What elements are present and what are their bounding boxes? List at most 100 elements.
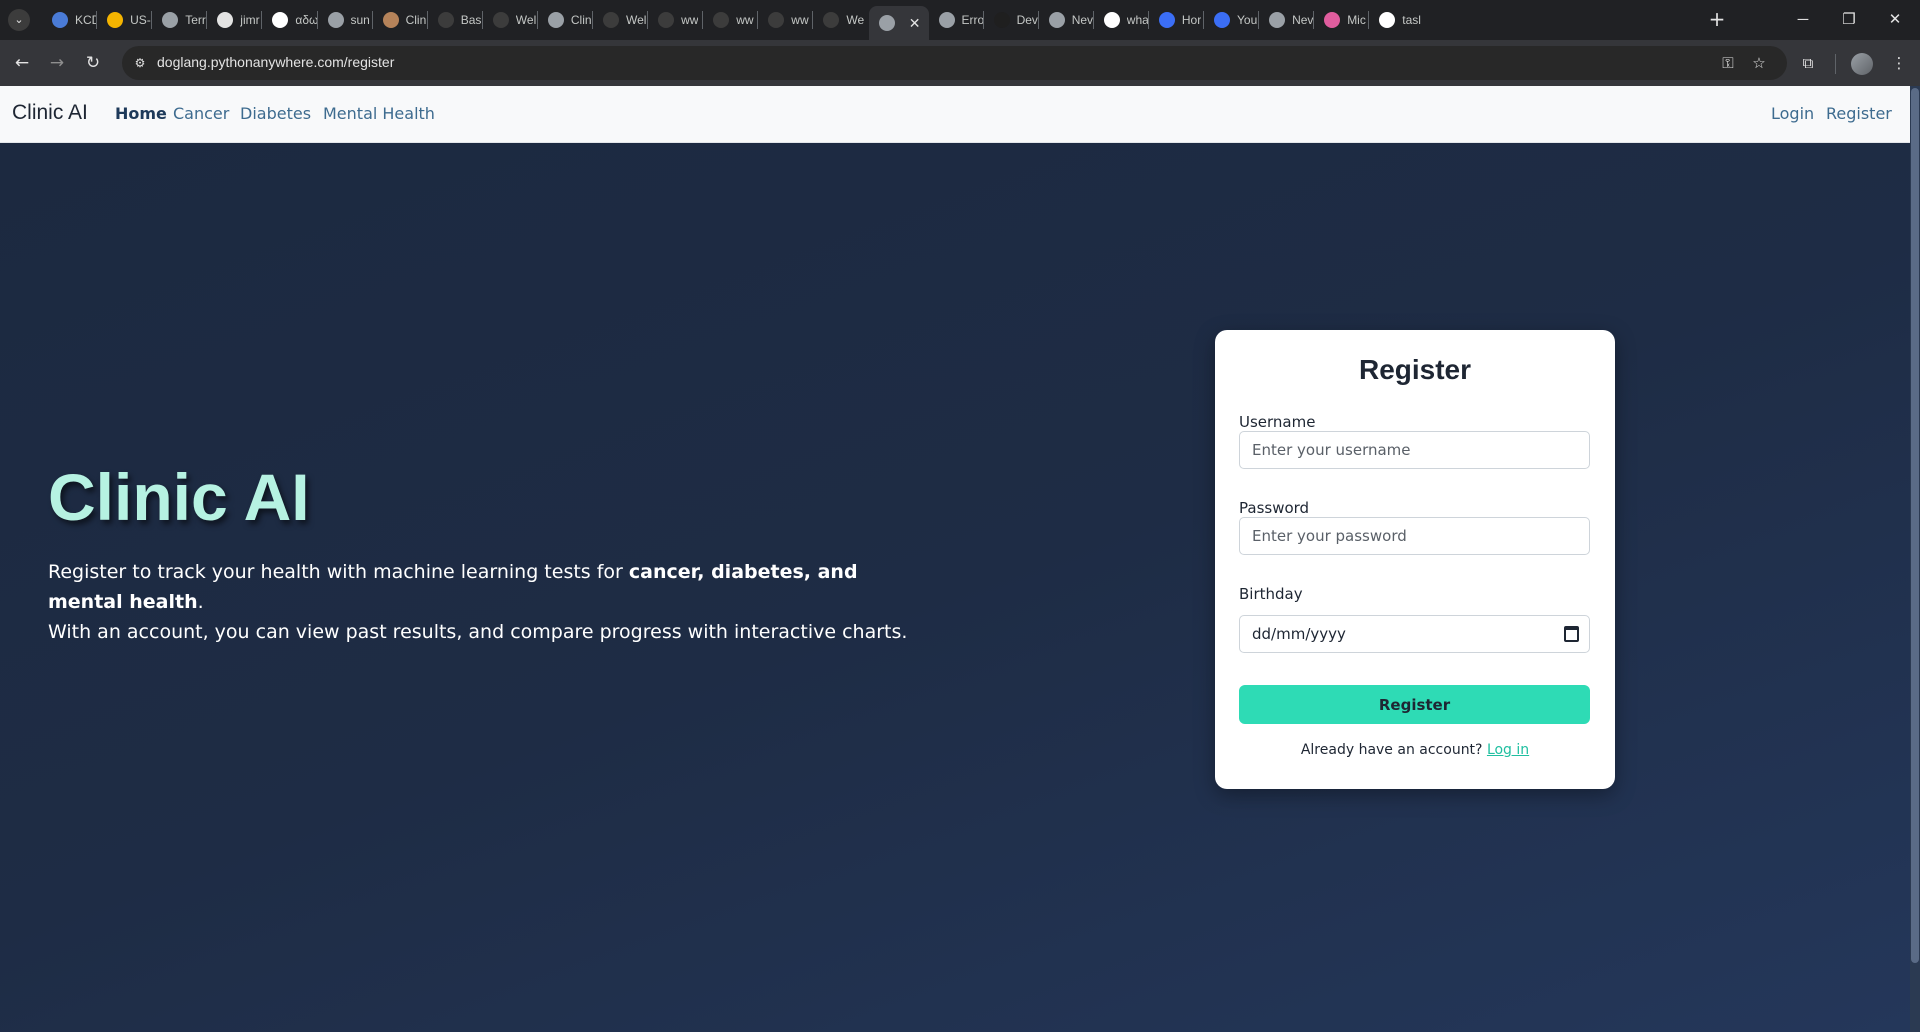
globe-icon bbox=[547, 12, 564, 28]
browser-tab[interactable]: We bbox=[813, 6, 868, 34]
chrome-icon bbox=[1048, 12, 1065, 28]
globe-icon bbox=[878, 15, 895, 31]
nav-register[interactable]: Register bbox=[1826, 104, 1892, 123]
birthday-placeholder[interactable]: dd/mm/yyyy bbox=[1252, 625, 1346, 643]
browser-tab[interactable]: jimr bbox=[207, 6, 262, 34]
restore-icon[interactable]: ❐ bbox=[1826, 7, 1872, 33]
browser-tab[interactable]: Nev bbox=[1039, 6, 1094, 34]
browser-tab[interactable]: Clin bbox=[373, 6, 428, 34]
login-link[interactable]: Log in bbox=[1487, 742, 1529, 758]
scrollbar-thumb[interactable] bbox=[1911, 88, 1919, 963]
register-card-title: Register bbox=[1358, 354, 1472, 385]
tab-title: Basi bbox=[460, 13, 483, 27]
profile-avatar[interactable] bbox=[1851, 53, 1873, 75]
reload-icon[interactable]: ↻ bbox=[81, 51, 105, 75]
browser-tab[interactable]: Erro bbox=[929, 6, 984, 34]
toolbar-divider bbox=[1835, 54, 1836, 74]
browser-tab[interactable]: wha bbox=[1094, 6, 1149, 34]
google-icon bbox=[272, 12, 289, 28]
chrome-icon bbox=[1269, 12, 1286, 28]
back-arrow-icon[interactable]: ← bbox=[10, 51, 34, 75]
c-icon bbox=[1214, 12, 1230, 28]
register-submit-button[interactable]: Register bbox=[1239, 685, 1590, 724]
tab-active[interactable]: ✕ bbox=[868, 6, 929, 40]
brand-logo[interactable]: Clinic AI bbox=[12, 101, 88, 125]
google-icon bbox=[1379, 12, 1396, 28]
login-prompt-text: Already have an account? bbox=[1300, 742, 1483, 758]
browser-tab[interactable]: sun bbox=[318, 6, 373, 34]
gear-icon bbox=[938, 12, 955, 28]
browser-tab[interactable]: ww bbox=[703, 6, 758, 34]
browser-tab[interactable]: ww bbox=[648, 6, 703, 34]
register-card: Register Username Password Birthday dd/m… bbox=[1215, 330, 1615, 789]
browser-tab[interactable]: ww bbox=[758, 6, 813, 34]
globe-icon bbox=[327, 12, 344, 28]
browser-tab[interactable]: Hor bbox=[1149, 6, 1204, 34]
browser-tab[interactable]: You bbox=[1204, 6, 1259, 34]
tab-title: You bbox=[1237, 13, 1258, 27]
bookmark-star-icon[interactable]: ☆ bbox=[1749, 53, 1769, 73]
tab-title: US- bbox=[130, 13, 151, 27]
password-label: Password bbox=[1239, 499, 1310, 517]
tab-search-chevron-icon[interactable]: ⌄ bbox=[8, 9, 30, 31]
globe-blue-icon bbox=[52, 12, 68, 28]
tab-title: Hor bbox=[1181, 13, 1202, 27]
openai-icon bbox=[713, 12, 730, 28]
url-text[interactable]: doglang.pythonanywhere.com/register bbox=[157, 54, 394, 70]
minimize-icon[interactable]: ─ bbox=[1780, 7, 1826, 33]
browser-tab[interactable]: tasl bbox=[1369, 6, 1424, 34]
birthday-date-input[interactable]: dd/mm/yyyy bbox=[1239, 615, 1590, 653]
browser-tab[interactable]: Terr bbox=[152, 6, 207, 34]
browser-tab[interactable]: Basi bbox=[428, 6, 483, 34]
tab-title: Clin bbox=[405, 13, 427, 27]
openai-icon bbox=[492, 12, 509, 28]
d-icon bbox=[993, 12, 1010, 28]
nav-mental-health[interactable]: Mental Health bbox=[323, 104, 435, 123]
openai-icon bbox=[768, 12, 785, 28]
extensions-puzzle-icon[interactable]: ⧉ bbox=[1797, 52, 1819, 74]
copilot-icon bbox=[1324, 12, 1341, 28]
new-tab-button[interactable]: + bbox=[1705, 8, 1729, 30]
browser-tab[interactable]: Dev bbox=[984, 6, 1039, 34]
browser-toolbar: ← → ↻ ⚙ doglang.pythonanywhere.com/regis… bbox=[0, 40, 1920, 86]
tab-title: Wel bbox=[515, 13, 537, 27]
browser-tab-strip: ⌄ KCD US- Terr jimr αδω sun Clin Basi Wel Clin Wel… bbox=[0, 0, 1920, 40]
browser-tab[interactable]: KCD bbox=[42, 6, 97, 34]
calendar-icon[interactable] bbox=[1564, 626, 1579, 642]
nav-diabetes[interactable]: Diabetes bbox=[240, 104, 311, 123]
tab-title: ww bbox=[791, 13, 809, 27]
address-bar[interactable]: ⚙ doglang.pythonanywhere.com/register ⚿ … bbox=[122, 46, 1787, 80]
close-window-icon[interactable]: ✕ bbox=[1872, 7, 1918, 33]
tab-title: Erro bbox=[961, 13, 984, 27]
tab-title: Clin bbox=[570, 13, 592, 27]
username-label: Username bbox=[1239, 413, 1316, 431]
tab-title: Nev bbox=[1071, 13, 1094, 27]
password-key-icon[interactable]: ⚿ bbox=[1718, 53, 1738, 73]
password-input[interactable] bbox=[1239, 517, 1590, 555]
browser-tab[interactable]: αδω bbox=[262, 6, 317, 34]
browser-tab[interactable]: US- bbox=[97, 6, 152, 34]
browser-tab[interactable]: Wel bbox=[593, 6, 648, 34]
tab-title: wha bbox=[1126, 13, 1149, 27]
nav-home[interactable]: Home bbox=[115, 104, 167, 123]
tab-title: ww bbox=[736, 13, 754, 27]
hero-section: Clinic AI Register to track your health … bbox=[0, 143, 1910, 1032]
menu-kebab-icon[interactable]: ⋮ bbox=[1888, 52, 1910, 74]
tab-title: tasl bbox=[1402, 13, 1421, 27]
tab-close-icon[interactable]: ✕ bbox=[909, 15, 921, 32]
openai-icon bbox=[658, 12, 675, 28]
site-info-icon[interactable]: ⚙ bbox=[130, 53, 150, 73]
hero-text-prefix: Register to track your health with machi… bbox=[48, 561, 629, 583]
browser-tab[interactable]: Nev bbox=[1259, 6, 1314, 34]
browser-tab[interactable]: Wel bbox=[483, 6, 538, 34]
nav-login[interactable]: Login bbox=[1771, 104, 1814, 123]
username-input[interactable] bbox=[1239, 431, 1590, 469]
nav-cancer[interactable]: Cancer bbox=[173, 104, 229, 123]
tab-title: Mic bbox=[1347, 13, 1366, 27]
tab-title: sun bbox=[350, 13, 370, 27]
browser-tab[interactable]: Clin bbox=[538, 6, 593, 34]
hero-text-line2: With an account, you can view past resul… bbox=[48, 621, 908, 643]
forward-arrow-icon[interactable]: → bbox=[45, 51, 69, 75]
browser-tab[interactable]: Mic bbox=[1314, 6, 1369, 34]
tab-title: jimr bbox=[240, 13, 260, 27]
